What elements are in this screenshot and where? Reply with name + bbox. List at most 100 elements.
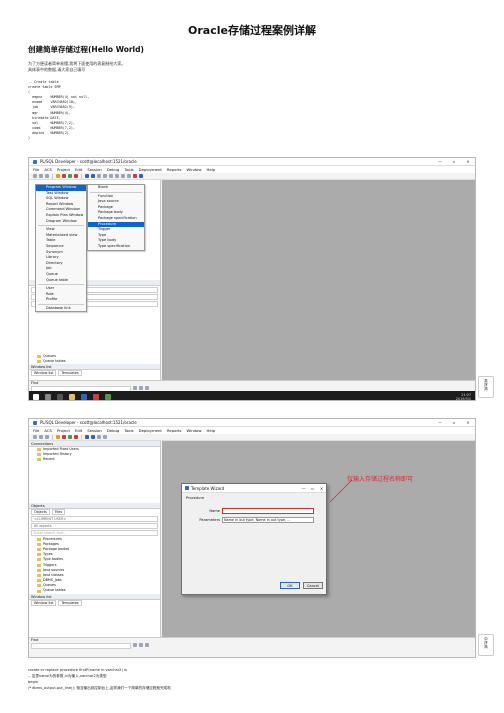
- uncomment-icon[interactable]: [121, 174, 125, 178]
- new-icon[interactable]: [33, 435, 37, 439]
- highlight-icon[interactable]: [145, 643, 149, 647]
- tab-window-list[interactable]: Window list: [31, 370, 57, 377]
- arrow-right-icon[interactable]: [85, 174, 89, 178]
- comment-icon[interactable]: [115, 174, 119, 178]
- menu-tools[interactable]: Tools: [124, 428, 133, 433]
- template-wizard-dialog: Template Wizard — ▫ ✕ Procedure Name Par…: [181, 483, 327, 595]
- menu-session[interactable]: Session: [87, 167, 102, 172]
- maximize-icon[interactable]: ▫: [447, 420, 461, 425]
- menu-acs[interactable]: ACS: [44, 167, 52, 172]
- search-icon[interactable]: [45, 393, 51, 400]
- ok-button[interactable]: OK: [280, 582, 300, 589]
- tab-templates[interactable]: Templates: [58, 599, 82, 606]
- menubar: File ACS Project Edit Session Debug Tools Deplo…: [29, 166, 475, 173]
- find-icon[interactable]: [127, 174, 131, 178]
- format-icon[interactable]: [97, 435, 101, 439]
- breakpoint-icon[interactable]: [133, 174, 137, 178]
- app-icon-red[interactable]: [93, 393, 99, 400]
- wechat-icon[interactable]: [105, 393, 111, 400]
- all-objects-select[interactable]: All objects: [31, 522, 158, 529]
- windows-start-icon[interactable]: [33, 393, 39, 400]
- menu-deployment[interactable]: Deployment: [139, 167, 162, 172]
- find-prev-icon[interactable]: [139, 386, 143, 390]
- name-field[interactable]: [222, 508, 314, 514]
- dialog-close-icon[interactable]: ✕: [317, 486, 326, 491]
- menu-item-blank[interactable]: Blank: [88, 185, 144, 191]
- menu-edit[interactable]: Edit: [75, 167, 82, 172]
- explorer-icon[interactable]: [69, 393, 75, 400]
- current-user-select[interactable]: <CURRENT USER>: [31, 515, 158, 522]
- maximize-icon[interactable]: ▫: [447, 159, 461, 164]
- menu-debug[interactable]: Debug: [107, 428, 120, 433]
- minimize-icon[interactable]: —: [433, 159, 447, 164]
- commit-icon[interactable]: [68, 174, 72, 178]
- tab-templates[interactable]: Templates: [58, 370, 82, 377]
- menu-separator: [38, 225, 84, 227]
- menu-file[interactable]: File: [33, 428, 39, 433]
- minimize-icon[interactable]: —: [433, 420, 447, 425]
- menu-session[interactable]: Session: [87, 428, 102, 433]
- find-input[interactable]: [31, 643, 131, 649]
- stop-icon[interactable]: [62, 174, 66, 178]
- rollback-icon[interactable]: [74, 174, 78, 178]
- menu-reports[interactable]: Reports: [167, 167, 182, 172]
- tab-window-list[interactable]: Window list: [31, 599, 57, 606]
- menu-item-profile[interactable]: Profile: [36, 297, 86, 303]
- format-icon[interactable]: [97, 174, 101, 178]
- menu-help[interactable]: Help: [206, 428, 215, 433]
- toolbar-divider: [81, 434, 82, 440]
- window-titlebar: PL/SQL Developer - scott@localhost:1521/…: [29, 158, 475, 166]
- tab-objects[interactable]: Objects: [31, 508, 50, 515]
- highlight-icon[interactable]: [145, 386, 149, 390]
- open-icon[interactable]: [39, 435, 43, 439]
- execute-icon[interactable]: [56, 435, 60, 439]
- menu-edit[interactable]: Edit: [75, 428, 82, 433]
- menu-item-database-link[interactable]: Database link: [36, 306, 86, 312]
- folder-icon: [37, 563, 41, 567]
- menu-debug[interactable]: Debug: [107, 167, 120, 172]
- arrow-left-icon[interactable]: [91, 435, 95, 439]
- menu-tools[interactable]: Tools: [124, 167, 133, 172]
- menu-help[interactable]: Help: [206, 167, 215, 172]
- new-icon[interactable]: [33, 174, 37, 178]
- arrow-right-icon[interactable]: [85, 435, 89, 439]
- menu-project[interactable]: Project: [57, 167, 70, 172]
- tab-files[interactable]: Files: [51, 508, 66, 515]
- save-icon[interactable]: [45, 435, 49, 439]
- parameters-field[interactable]: Name in out type, Name in out type, ...: [222, 517, 314, 523]
- commit-icon[interactable]: [68, 435, 72, 439]
- menu-item-type-specification[interactable]: Type specification: [88, 244, 144, 250]
- execute-icon[interactable]: [56, 174, 60, 178]
- menu-item-queue-table[interactable]: Queue table: [36, 278, 86, 284]
- browser-icon[interactable]: [81, 393, 87, 400]
- stop-icon[interactable]: [62, 435, 66, 439]
- menu-acs[interactable]: ACS: [44, 428, 52, 433]
- help-icon[interactable]: [139, 174, 143, 178]
- arrow-left-icon[interactable]: [91, 174, 95, 178]
- indent-icon[interactable]: [103, 174, 107, 178]
- menu-item-diagram-window[interactable]: Diagram Window: [36, 219, 86, 225]
- menu-reports[interactable]: Reports: [167, 428, 182, 433]
- menu-window[interactable]: Window: [186, 167, 201, 172]
- find-prev-icon[interactable]: [139, 643, 143, 647]
- save-icon[interactable]: [45, 174, 49, 178]
- dialog-maximize-icon[interactable]: ▫: [308, 486, 317, 491]
- menu-deployment[interactable]: Deployment: [139, 428, 162, 433]
- outdent-icon[interactable]: [109, 174, 113, 178]
- open-icon[interactable]: [39, 174, 43, 178]
- menu-window[interactable]: Window: [186, 428, 201, 433]
- close-icon[interactable]: ✕: [461, 159, 475, 164]
- object-search-input[interactable]: Enter search text...: [31, 529, 158, 536]
- menu-project[interactable]: Project: [57, 428, 70, 433]
- find-next-icon[interactable]: [133, 643, 137, 647]
- cancel-button[interactable]: Cancel: [303, 582, 323, 589]
- find-label: Find: [31, 638, 39, 642]
- find-next-icon[interactable]: [133, 386, 137, 390]
- dialog-app-icon: [185, 486, 189, 490]
- dialog-minimize-icon[interactable]: —: [299, 486, 308, 491]
- find-icon[interactable]: [103, 435, 107, 439]
- menu-file[interactable]: File: [33, 167, 39, 172]
- task-view-icon[interactable]: [57, 393, 63, 400]
- rollback-icon[interactable]: [74, 435, 78, 439]
- close-icon[interactable]: ✕: [461, 420, 475, 425]
